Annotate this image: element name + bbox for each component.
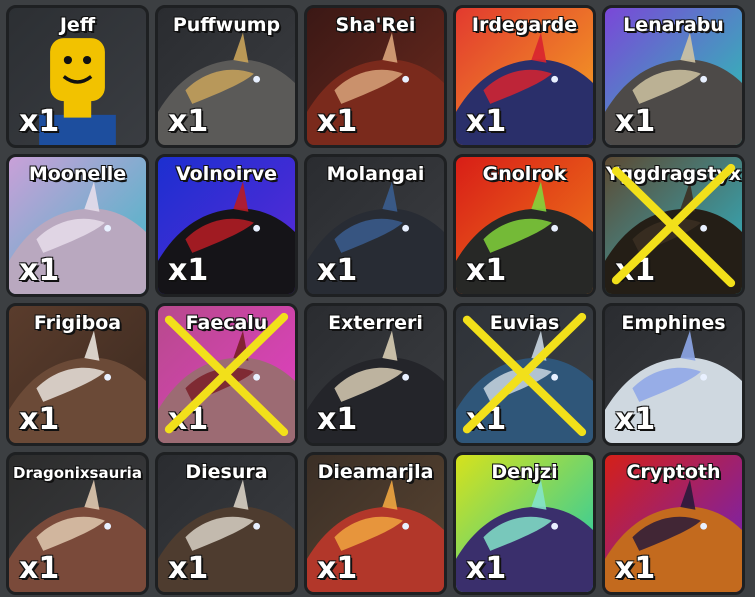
creature-slot[interactable]: Denjzi x1 (453, 452, 596, 595)
creature-slot[interactable]: Gnolrok x1 (453, 154, 596, 297)
creature-name: Puffwump (172, 14, 281, 36)
creature-slot[interactable]: Emphines x1 (602, 303, 745, 446)
creature-quantity: x1 (317, 104, 358, 139)
creature-quantity: x1 (615, 253, 656, 288)
creature-quantity: x1 (466, 551, 507, 586)
creature-quantity: x1 (317, 402, 358, 437)
creature-quantity: x1 (168, 253, 209, 288)
creature-quantity: x1 (19, 551, 60, 586)
creature-quantity: x1 (466, 253, 507, 288)
creature-name: Denjzi (491, 461, 558, 483)
creature-slot[interactable]: Volnoirve x1 (155, 154, 298, 297)
creature-slot[interactable]: Euvias x1 (453, 303, 596, 446)
creature-name: Faecalu (185, 312, 268, 334)
creature-name: Sha'Rei (335, 14, 416, 36)
creature-quantity: x1 (466, 104, 507, 139)
creature-name: Lenarabu (623, 14, 724, 36)
creature-slot[interactable]: Cryptoth x1 (602, 452, 745, 595)
creature-name: Irdegarde (471, 14, 578, 36)
creature-slot[interactable]: Lenarabu x1 (602, 5, 745, 148)
creature-quantity: x1 (19, 253, 60, 288)
creature-slot[interactable]: Dragonixsauria x1 (6, 452, 149, 595)
creature-name: Volnoirve (176, 163, 277, 185)
creature-slot[interactable]: Faecalu x1 (155, 303, 298, 446)
creature-quantity: x1 (615, 551, 656, 586)
creature-quantity: x1 (168, 551, 209, 586)
creature-name: Euvias (489, 312, 560, 334)
creature-quantity: x1 (317, 253, 358, 288)
creature-quantity: x1 (168, 104, 209, 139)
creature-name: Gnolrok (482, 163, 567, 185)
creature-quantity: x1 (317, 551, 358, 586)
creature-quantity: x1 (168, 402, 209, 437)
creature-quantity: x1 (19, 402, 60, 437)
creature-name: Jeff (59, 14, 96, 36)
creature-quantity: x1 (466, 402, 507, 437)
creature-slot[interactable]: Puffwump x1 (155, 5, 298, 148)
creature-slot[interactable]: Dieamarjla x1 (304, 452, 447, 595)
creature-slot[interactable]: Frigiboa x1 (6, 303, 149, 446)
creature-slot[interactable]: Jeff x1 (6, 5, 149, 148)
creature-name: Emphines (621, 312, 726, 334)
creature-name: Cryptoth (626, 461, 721, 483)
creature-slot[interactable]: Moonelle x1 (6, 154, 149, 297)
creature-name: Diesura (185, 461, 268, 483)
creature-name: Frigiboa (33, 312, 122, 334)
creature-slot[interactable]: Sha'Rei x1 (304, 5, 447, 148)
creature-quantity: x1 (615, 104, 656, 139)
creature-slot[interactable]: Yggdragstyx x1 (602, 154, 745, 297)
creature-slot[interactable]: Exterreri x1 (304, 303, 447, 446)
creature-quantity: x1 (615, 402, 656, 437)
creature-name: Yggdragstyx (605, 163, 742, 185)
creature-name: Dieamarjla (317, 461, 434, 483)
creature-name: Exterreri (328, 312, 423, 334)
creature-quantity: x1 (19, 104, 60, 139)
creature-name: Moonelle (28, 163, 127, 185)
creature-slot[interactable]: Diesura x1 (155, 452, 298, 595)
creature-name: Dragonixsauria (13, 464, 142, 482)
creature-slot[interactable]: Molangai x1 (304, 154, 447, 297)
creature-inventory-grid: Jeff x1 Puffwump x1 Sha'Rei x1 Irdegarde x1 Lena… (6, 5, 745, 595)
creature-name: Molangai (326, 163, 425, 185)
creature-slot[interactable]: Irdegarde x1 (453, 5, 596, 148)
